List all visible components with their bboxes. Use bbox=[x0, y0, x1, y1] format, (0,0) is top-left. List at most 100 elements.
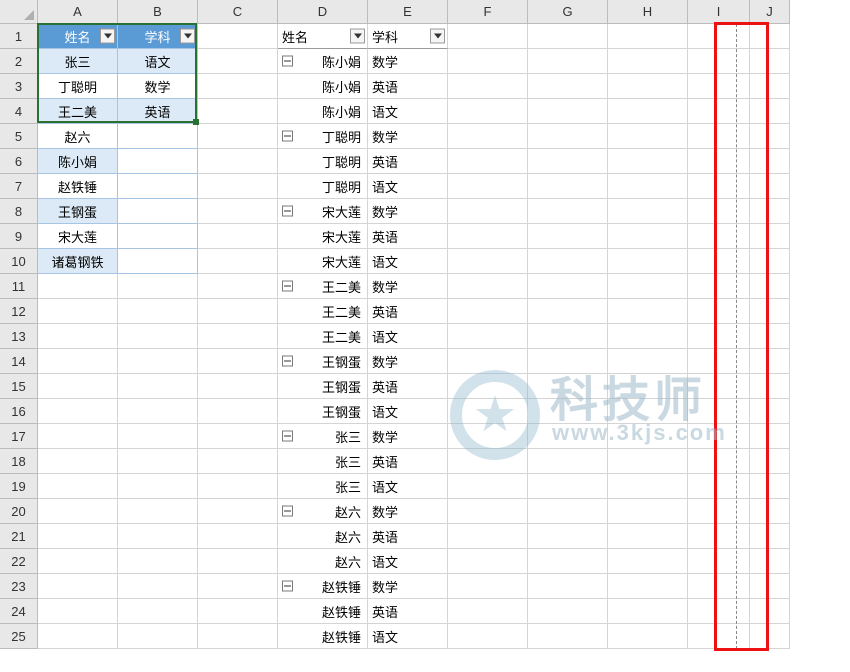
cell-I1[interactable] bbox=[688, 24, 750, 49]
cell-B9[interactable] bbox=[118, 224, 198, 249]
cell-C16[interactable] bbox=[198, 399, 278, 424]
row-header-18[interactable]: 18 bbox=[0, 449, 38, 474]
cell-J21[interactable] bbox=[750, 524, 790, 549]
cell-G3[interactable] bbox=[528, 74, 608, 99]
cell-C8[interactable] bbox=[198, 199, 278, 224]
row-header-2[interactable]: 2 bbox=[0, 49, 38, 74]
cell-B13[interactable] bbox=[118, 324, 198, 349]
collapse-icon[interactable] bbox=[282, 506, 293, 517]
cell-H19[interactable] bbox=[608, 474, 688, 499]
cell-C17[interactable] bbox=[198, 424, 278, 449]
cell-C7[interactable] bbox=[198, 174, 278, 199]
cell-H17[interactable] bbox=[608, 424, 688, 449]
cell-A23[interactable] bbox=[38, 574, 118, 599]
column-header-A[interactable]: A bbox=[38, 0, 118, 24]
cell-G23[interactable] bbox=[528, 574, 608, 599]
cell-J12[interactable] bbox=[750, 299, 790, 324]
cell-D3[interactable]: 陈小娟 bbox=[278, 74, 368, 99]
cell-E11[interactable]: 数学 bbox=[368, 274, 448, 299]
cell-E17[interactable]: 数学 bbox=[368, 424, 448, 449]
cell-A21[interactable] bbox=[38, 524, 118, 549]
cell-C11[interactable] bbox=[198, 274, 278, 299]
cell-E19[interactable]: 语文 bbox=[368, 474, 448, 499]
cell-E10[interactable]: 语文 bbox=[368, 249, 448, 274]
cell-I21[interactable] bbox=[688, 524, 750, 549]
cell-G7[interactable] bbox=[528, 174, 608, 199]
row-header-5[interactable]: 5 bbox=[0, 124, 38, 149]
cell-J4[interactable] bbox=[750, 99, 790, 124]
cell-C1[interactable] bbox=[198, 24, 278, 49]
cell-E24[interactable]: 英语 bbox=[368, 599, 448, 624]
cell-D2[interactable]: 陈小娟 bbox=[278, 49, 368, 74]
cell-J16[interactable] bbox=[750, 399, 790, 424]
column-header-B[interactable]: B bbox=[118, 0, 198, 24]
cell-I11[interactable] bbox=[688, 274, 750, 299]
row-header-17[interactable]: 17 bbox=[0, 424, 38, 449]
row-header-4[interactable]: 4 bbox=[0, 99, 38, 124]
cell-A12[interactable] bbox=[38, 299, 118, 324]
cell-H3[interactable] bbox=[608, 74, 688, 99]
cell-G13[interactable] bbox=[528, 324, 608, 349]
cell-E18[interactable]: 英语 bbox=[368, 449, 448, 474]
cell-H7[interactable] bbox=[608, 174, 688, 199]
cell-F19[interactable] bbox=[448, 474, 528, 499]
cell-A22[interactable] bbox=[38, 549, 118, 574]
cell-F11[interactable] bbox=[448, 274, 528, 299]
cell-C15[interactable] bbox=[198, 374, 278, 399]
cell-I12[interactable] bbox=[688, 299, 750, 324]
cell-J24[interactable] bbox=[750, 599, 790, 624]
cell-J18[interactable] bbox=[750, 449, 790, 474]
row-header-3[interactable]: 3 bbox=[0, 74, 38, 99]
cell-C23[interactable] bbox=[198, 574, 278, 599]
cell-A9[interactable]: 宋大莲 bbox=[38, 224, 118, 249]
cell-B24[interactable] bbox=[118, 599, 198, 624]
filter-button[interactable] bbox=[100, 29, 115, 44]
cell-D25[interactable]: 赵铁锤 bbox=[278, 624, 368, 649]
cell-J13[interactable] bbox=[750, 324, 790, 349]
cell-C24[interactable] bbox=[198, 599, 278, 624]
cell-C9[interactable] bbox=[198, 224, 278, 249]
cell-D18[interactable]: 张三 bbox=[278, 449, 368, 474]
cell-I18[interactable] bbox=[688, 449, 750, 474]
cell-J15[interactable] bbox=[750, 374, 790, 399]
cell-grid[interactable]: 姓名学科姓名学科张三语文陈小娟数学丁聪明数学陈小娟英语王二美英语陈小娟语文赵六丁… bbox=[38, 24, 790, 649]
cell-E5[interactable]: 数学 bbox=[368, 124, 448, 149]
cell-I7[interactable] bbox=[688, 174, 750, 199]
cell-J22[interactable] bbox=[750, 549, 790, 574]
cell-A10[interactable]: 诸葛钢铁 bbox=[38, 249, 118, 274]
cell-G24[interactable] bbox=[528, 599, 608, 624]
row-header-1[interactable]: 1 bbox=[0, 24, 38, 49]
cell-I9[interactable] bbox=[688, 224, 750, 249]
cell-C13[interactable] bbox=[198, 324, 278, 349]
cell-H10[interactable] bbox=[608, 249, 688, 274]
cell-B12[interactable] bbox=[118, 299, 198, 324]
cell-B15[interactable] bbox=[118, 374, 198, 399]
cell-D14[interactable]: 王钢蛋 bbox=[278, 349, 368, 374]
cell-F21[interactable] bbox=[448, 524, 528, 549]
cell-C5[interactable] bbox=[198, 124, 278, 149]
row-header-24[interactable]: 24 bbox=[0, 599, 38, 624]
collapse-icon[interactable] bbox=[282, 431, 293, 442]
cell-G12[interactable] bbox=[528, 299, 608, 324]
cell-B4[interactable]: 英语 bbox=[118, 99, 198, 124]
cell-H21[interactable] bbox=[608, 524, 688, 549]
row-header-15[interactable]: 15 bbox=[0, 374, 38, 399]
cell-B11[interactable] bbox=[118, 274, 198, 299]
filter-button[interactable] bbox=[180, 29, 195, 44]
cell-J11[interactable] bbox=[750, 274, 790, 299]
cell-A7[interactable]: 赵铁锤 bbox=[38, 174, 118, 199]
cell-J5[interactable] bbox=[750, 124, 790, 149]
cell-I10[interactable] bbox=[688, 249, 750, 274]
cell-C2[interactable] bbox=[198, 49, 278, 74]
column-header-G[interactable]: G bbox=[528, 0, 608, 24]
cell-E20[interactable]: 数学 bbox=[368, 499, 448, 524]
cell-A18[interactable] bbox=[38, 449, 118, 474]
cell-E25[interactable]: 语文 bbox=[368, 624, 448, 649]
cell-A5[interactable]: 赵六 bbox=[38, 124, 118, 149]
cell-C20[interactable] bbox=[198, 499, 278, 524]
cell-E15[interactable]: 英语 bbox=[368, 374, 448, 399]
cell-A3[interactable]: 丁聪明 bbox=[38, 74, 118, 99]
cell-G25[interactable] bbox=[528, 624, 608, 649]
cell-G1[interactable] bbox=[528, 24, 608, 49]
cell-F5[interactable] bbox=[448, 124, 528, 149]
